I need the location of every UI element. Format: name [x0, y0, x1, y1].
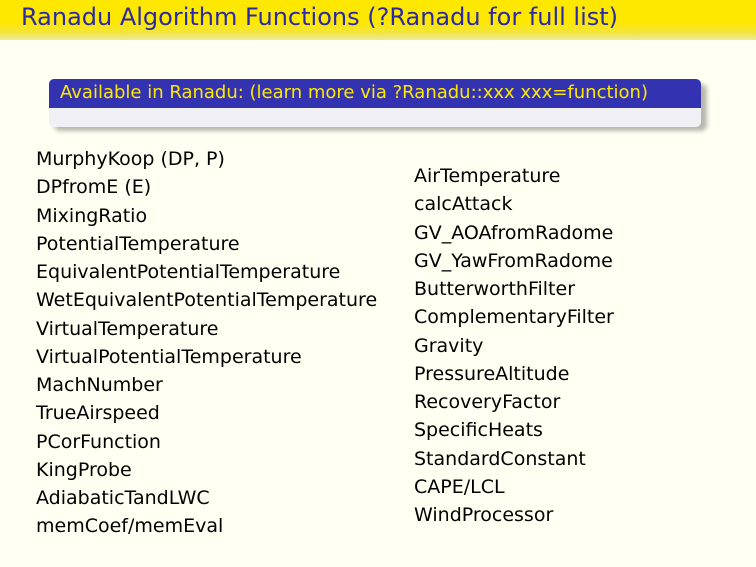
block-body	[49, 108, 701, 127]
list-item: ComplementaryFilter	[414, 306, 614, 329]
list-item: WindProcessor	[414, 504, 554, 526]
block-header: Available in Ranadu: (learn more via ?Ra…	[49, 79, 701, 108]
list-item: PotentialTemperature	[36, 232, 240, 255]
list-item: SpecificHeats	[414, 419, 543, 442]
function-list-left: MurphyKoop (DP, P) DPfromE (E) MixingRat…	[36, 145, 377, 541]
list-item: CAPE/LCL	[414, 475, 505, 498]
list-item: AdiabaticTandLWC	[36, 487, 210, 509]
list-item: StandardConstant	[414, 447, 586, 470]
list-item: EquivalentPotentialTemperature	[36, 261, 341, 283]
list-item: WetEquivalentPotentialTemperature	[36, 289, 378, 312]
block-header-text: Available in Ranadu: (learn more via ?Ra…	[60, 82, 648, 103]
list-item: calcAttack	[414, 193, 513, 216]
list-item: VirtualTemperature	[36, 317, 219, 340]
list-item: MachNumber	[36, 374, 163, 396]
list-item: DPfromE (E)	[36, 176, 152, 199]
list-item: TrueAirspeed	[36, 402, 160, 425]
list-item: PCorFunction	[36, 430, 161, 453]
list-item: KingProbe	[36, 458, 132, 481]
list-item: MurphyKoop (DP, P)	[36, 148, 225, 170]
list-item: RecoveryFactor	[414, 391, 561, 413]
list-item: PressureAltitude	[414, 362, 570, 385]
list-item: MixingRatio	[36, 204, 148, 227]
list-item: Gravity	[414, 334, 484, 357]
slide-title-bar: Ranadu Algorithm Functions (?Ranadu for …	[0, 0, 756, 40]
list-item: GV_AOAfromRadome	[414, 221, 614, 244]
list-item: GV_YawFromRadome	[414, 249, 613, 272]
slide-title: Ranadu Algorithm Functions (?Ranadu for …	[21, 3, 619, 31]
function-list-right: AirTemperature calcAttack GV_AOAfromRado…	[414, 162, 614, 529]
list-item: VirtualPotentialTemperature	[36, 345, 302, 368]
info-block: Available in Ranadu: (learn more via ?Ra…	[49, 79, 707, 131]
list-item: ButterworthFilter	[414, 278, 575, 300]
list-item: AirTemperature	[414, 165, 561, 187]
list-item: memCoef/memEval	[36, 515, 224, 538]
